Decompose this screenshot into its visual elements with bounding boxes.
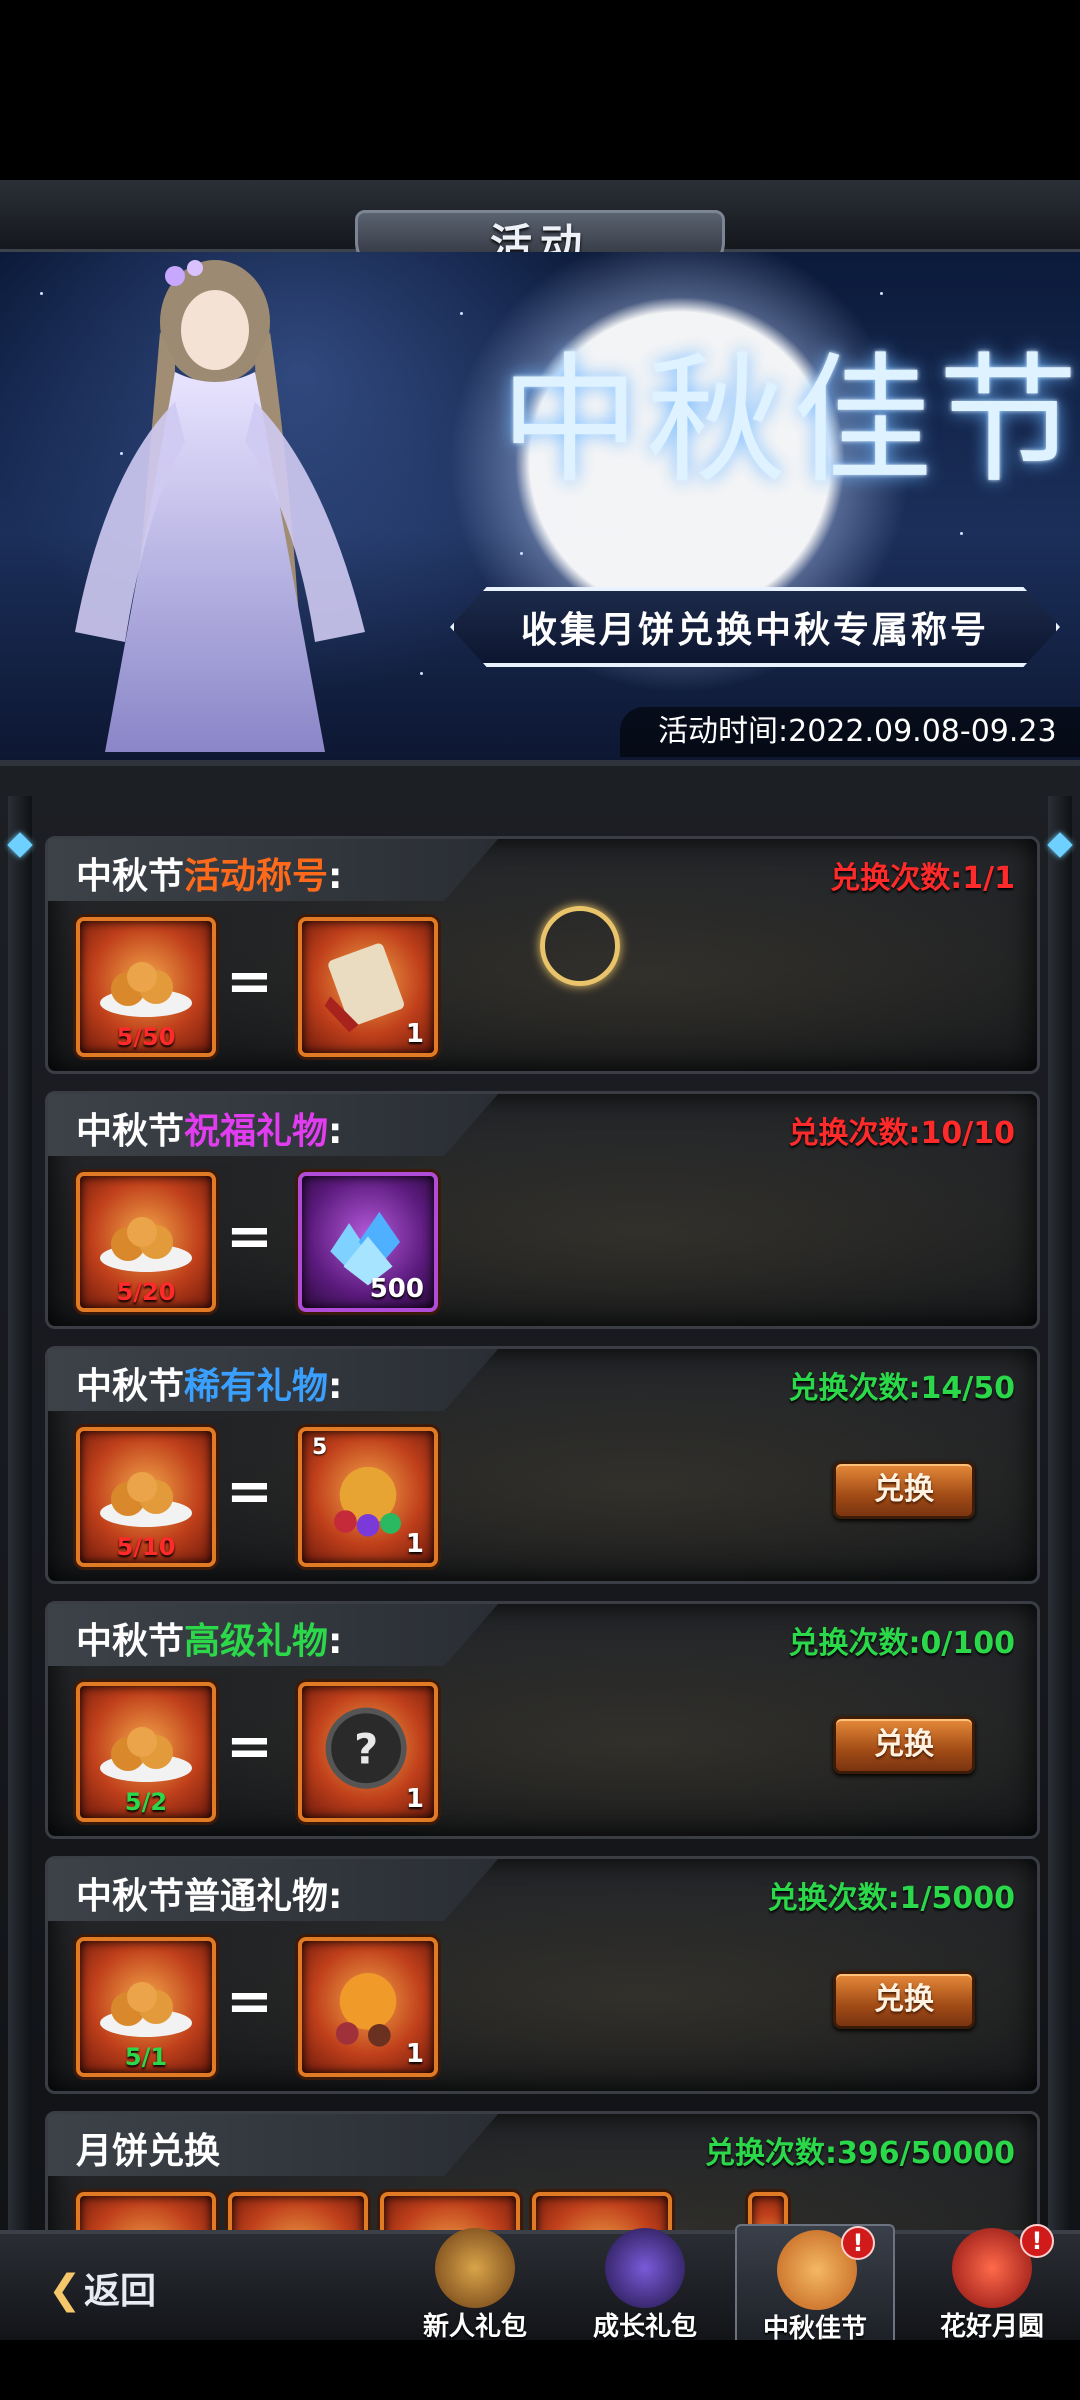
mooncake-icon <box>100 1727 192 1782</box>
tab-full-moon[interactable]: ! 花好月圆 <box>912 2224 1072 2348</box>
exchange-count: 兑换次数:0/100 <box>788 1626 1015 1661</box>
card-title-suffix: : <box>328 1621 343 1662</box>
card-title-prefix: 中秋节 <box>76 1366 185 1407</box>
notification-badge: ! <box>1020 2224 1054 2258</box>
card-title-prefix: 中秋节 <box>76 856 185 897</box>
exchange-card-blessing: 中秋节祝福礼物: 兑换次数:10/10 5/20 = 500 <box>45 1091 1040 1329</box>
card-title-highlight: 祝福礼物 <box>184 1111 329 1152</box>
card-title: 中秋节祝福礼物: <box>76 1102 342 1154</box>
mooncake-icon <box>100 1217 192 1272</box>
exchange-card-advanced: 中秋节高级礼物: 兑换次数:0/100 5/2 = ? 1 兑换 <box>45 1601 1040 1839</box>
reward-slot[interactable]: 1 <box>298 917 438 1057</box>
exchange-count: 兑换次数:1/1 <box>830 861 1015 896</box>
card-title: 中秋节稀有礼物: <box>76 1357 342 1409</box>
mooncake-cost-slot[interactable]: 5/1 <box>76 1937 216 2077</box>
reward-quantity: 1 <box>405 1019 424 1049</box>
reward-quantity: 1 <box>405 2039 424 2069</box>
card-title-highlight: 高级礼物 <box>184 1621 329 1662</box>
mooncake-cost-slot[interactable]: 5/2 <box>76 1682 216 1822</box>
exchange-count: 兑换次数:1/5000 <box>767 1881 1015 1916</box>
card-title-suffix: : <box>328 856 343 897</box>
card-title: 中秋节普通礼物: <box>76 1867 342 1919</box>
reward-quantity: 500 <box>369 1274 424 1304</box>
back-button[interactable]: ❮返回 <box>48 2260 156 2320</box>
reward-slot[interactable]: 1 <box>298 1937 438 2077</box>
equals-sign: = <box>226 1204 273 1269</box>
notification-badge: ! <box>841 2226 875 2260</box>
ingredient-slot[interactable] <box>228 2192 368 2230</box>
equals-sign: = <box>226 949 273 1014</box>
card-title-highlight: 活动称号 <box>184 856 329 897</box>
card-title-prefix: 中秋节 <box>76 1621 185 1662</box>
exchange-card-rare: 中秋节稀有礼物: 兑换次数:14/50 5/10 = 5 1 兑换 <box>45 1346 1040 1584</box>
tab-growth-pack[interactable]: 成长礼包 <box>565 2224 725 2348</box>
cost-amount: 5/2 <box>124 1788 168 1816</box>
tab-label: 成长礼包 <box>592 2312 697 2342</box>
event-banner: 中秋佳节 收集月饼兑换中秋专属称号 活动时间:2022.09.08-09.23 <box>0 252 1080 760</box>
reward-slot[interactable]: ? 1 <box>298 1682 438 1822</box>
card-title-highlight: 稀有礼物 <box>184 1366 329 1407</box>
tab-newbie-pack[interactable]: 新人礼包 <box>395 2224 555 2348</box>
cost-amount: 5/50 <box>116 1023 176 1051</box>
card-title: 月饼兑换 <box>76 2131 221 2172</box>
card-title-prefix: 中秋节 <box>76 1111 185 1152</box>
mooncake-cost-slot[interactable]: 5/50 <box>76 917 216 1057</box>
reward-slot[interactable]: 5 1 <box>298 1427 438 1567</box>
cost-amount: 5/1 <box>124 2043 168 2071</box>
mooncake-cost-slot[interactable]: 5/20 <box>76 1172 216 1312</box>
right-rail <box>1047 796 1073 2230</box>
cost-amount: 5/10 <box>116 1533 176 1561</box>
status-bar-area <box>0 0 1080 180</box>
redeem-button[interactable]: 兑换 <box>833 1461 975 1519</box>
tab-mid-autumn[interactable]: ! 中秋佳节 <box>735 2224 895 2348</box>
tap-indicator-ring <box>540 906 620 986</box>
card-title-suffix: : <box>328 1366 343 1407</box>
redeem-button[interactable]: 兑换 <box>833 1971 975 2029</box>
tab-label: 新人礼包 <box>422 2312 527 2342</box>
event-subtitle: 收集月饼兑换中秋专属称号 <box>450 587 1060 667</box>
redeem-button[interactable]: 兑换 <box>833 1716 975 1774</box>
treasure-chest-icon <box>435 2228 515 2308</box>
equals-sign: = <box>226 1714 273 1779</box>
card-title-prefix: 中秋节普通礼物 <box>76 1876 329 1917</box>
back-arrow-icon: ❮ <box>48 2267 82 2313</box>
exchange-count: 兑换次数:396/50000 <box>705 2136 1015 2171</box>
event-time: 活动时间:2022.09.08-09.23 <box>620 707 1080 757</box>
equals-sign: = <box>226 1969 273 2034</box>
svg-text:?: ? <box>354 1724 378 1773</box>
bottom-nav: ❮返回 新人礼包 成长礼包 ! 中秋佳节 ! 花好月圆 <box>0 2224 1080 2348</box>
card-title-suffix: : <box>328 1876 343 1917</box>
ingredient-slot[interactable] <box>76 2192 216 2230</box>
mage-icon <box>605 2228 685 2308</box>
exchange-card-mooncake: 月饼兑换 兑换次数:396/50000 <box>45 2111 1040 2230</box>
mooncake-cost-slot[interactable]: 5/10 <box>76 1427 216 1567</box>
reward-quantity: 1 <box>405 1529 424 1559</box>
card-title: 中秋节高级礼物: <box>76 1612 342 1664</box>
reward-quantity: 1 <box>405 1784 424 1814</box>
cost-amount: 5/20 <box>116 1278 176 1306</box>
exchange-list[interactable]: 中秋节活动称号: 兑换次数:1/1 5/50 = 1 中秋节祝福礼物: 兑换次数… <box>0 760 1080 2230</box>
equals-sign: = <box>226 1459 273 1524</box>
reward-slot[interactable]: 500 <box>298 1172 438 1312</box>
card-title: 中秋节活动称号: <box>76 847 342 899</box>
card-title-suffix: : <box>328 1111 343 1152</box>
festival-title: 中秋佳节 <box>500 340 1080 503</box>
system-nav-area <box>0 2340 1080 2400</box>
mooncake-icon <box>100 1982 192 2037</box>
exchange-card-normal: 中秋节普通礼物: 兑换次数:1/5000 5/1 = 1 兑换 <box>45 1856 1040 2094</box>
mooncake-icon <box>100 962 192 1017</box>
exchange-count: 兑换次数:10/10 <box>788 1116 1015 1151</box>
left-rail <box>7 796 33 2230</box>
exchange-count: 兑换次数:14/50 <box>788 1371 1015 1406</box>
fairy-character-illustration <box>75 260 365 752</box>
tab-label: 花好月圆 <box>939 2312 1044 2342</box>
mooncake-icon <box>100 1472 192 1527</box>
back-label: 返回 <box>84 2271 157 2312</box>
